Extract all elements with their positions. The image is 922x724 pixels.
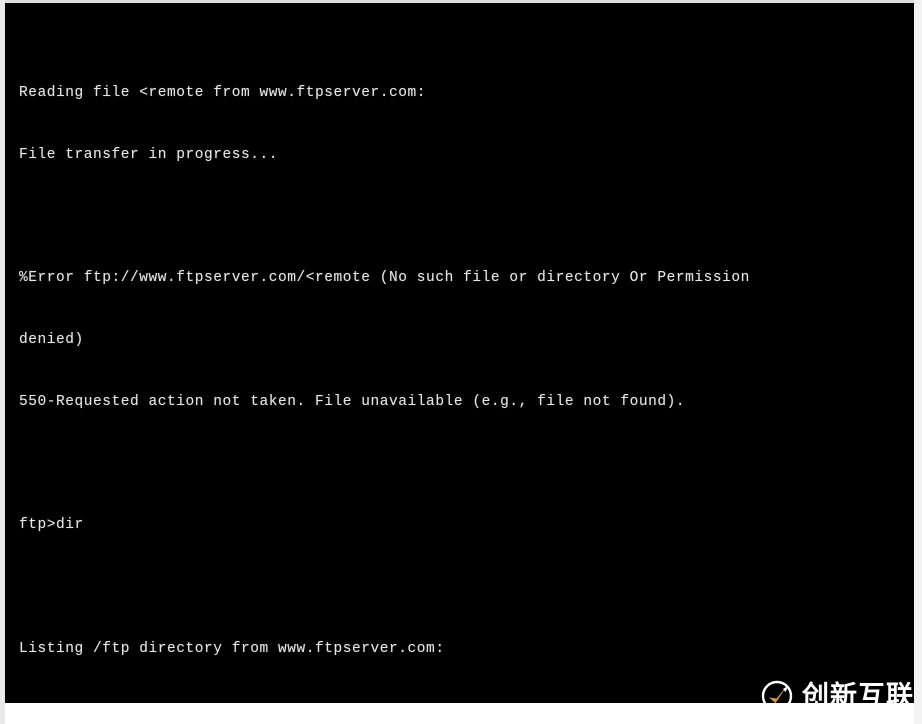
terminal-line-listing-header: Listing /ftp directory from www.ftpserve…	[19, 640, 445, 657]
ftp-terminal-console[interactable]: Reading file <remote from www.ftpserver.…	[5, 3, 914, 703]
terminal-line-blank-2	[19, 453, 914, 474]
terminal-line-blank-1	[19, 206, 914, 227]
terminal-line-reading-file: Reading file <remote from www.ftpserver.…	[19, 84, 427, 101]
terminal-line-error-continuation: denied)	[19, 331, 84, 348]
screenshot-root: Reading file <remote from www.ftpserver.…	[0, 0, 922, 724]
terminal-output: Reading file <remote from www.ftpserver.…	[19, 21, 914, 703]
terminal-line-dir-command: ftp>dir	[19, 517, 84, 534]
terminal-line-550-response: 550-Requested action not taken. File una…	[19, 393, 686, 410]
terminal-line-transfer-progress: File transfer in progress...	[19, 146, 279, 163]
terminal-line-error-message: %Error ftp://www.ftpserver.com/<remote (…	[19, 270, 750, 287]
terminal-line-blank-3	[19, 577, 914, 598]
window-frame-right-edge	[914, 0, 922, 724]
